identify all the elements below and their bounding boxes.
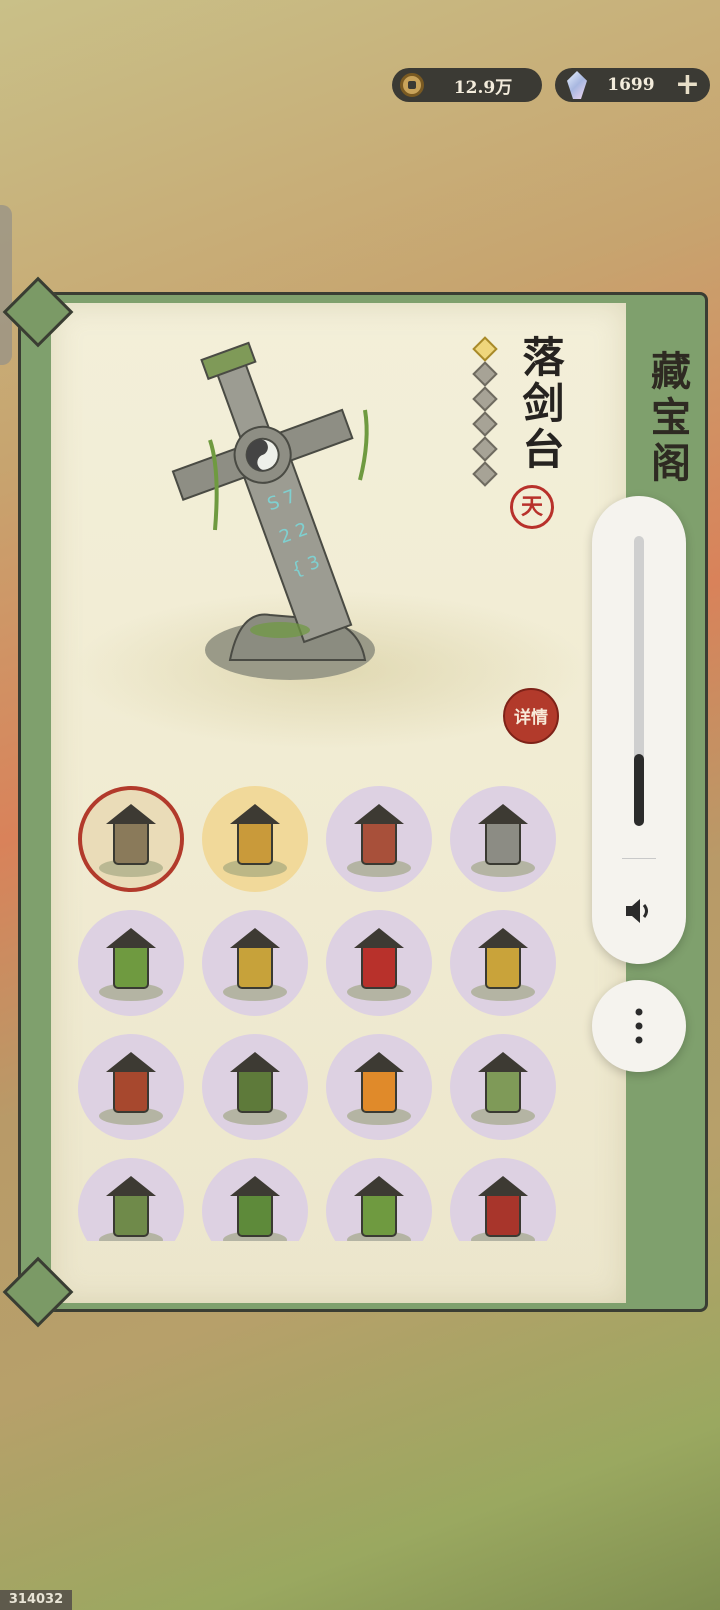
volume-slider[interactable] bbox=[634, 536, 644, 826]
garden-swing-icon bbox=[99, 1176, 163, 1241]
copper-coin-icon bbox=[400, 73, 424, 97]
item-grid bbox=[78, 786, 568, 1241]
grid-item[interactable] bbox=[450, 1034, 556, 1140]
star-icon bbox=[472, 336, 498, 362]
plus-icon[interactable]: + bbox=[675, 70, 700, 100]
grid-item[interactable] bbox=[78, 786, 184, 892]
lucky-cat-statue-icon bbox=[347, 804, 411, 877]
stone-lion-icon bbox=[471, 804, 535, 877]
grid-item[interactable] bbox=[326, 910, 432, 1016]
flower-lamp-post-icon bbox=[347, 928, 411, 1001]
volume-control bbox=[592, 496, 686, 964]
star-icon bbox=[472, 386, 498, 412]
grid-item[interactable] bbox=[202, 1034, 308, 1140]
grade-seal: 天 bbox=[510, 485, 554, 529]
autumn-pavilion-icon bbox=[223, 804, 287, 877]
yellow-shrine-icon bbox=[223, 928, 287, 1001]
grid-item[interactable] bbox=[202, 1158, 308, 1241]
star-icon bbox=[472, 461, 498, 487]
coin-amount: 12.9万 bbox=[453, 77, 513, 98]
lantern-rack-icon bbox=[99, 1052, 163, 1125]
rarity-stars bbox=[472, 335, 498, 490]
treehouse-icon bbox=[223, 1176, 287, 1241]
grid-item[interactable] bbox=[326, 1158, 432, 1241]
grid-item[interactable] bbox=[78, 1158, 184, 1241]
gem-balance[interactable]: 1699 + bbox=[555, 68, 710, 102]
pine-tree-icon bbox=[347, 1176, 411, 1241]
sword-monument-illustration: S 7 2 2 { 3 bbox=[171, 341, 375, 680]
grid-item[interactable] bbox=[202, 910, 308, 1016]
golden-koi-icon bbox=[347, 1052, 411, 1125]
more-vertical-icon bbox=[635, 1008, 643, 1044]
volume-fill bbox=[634, 753, 644, 826]
detail-button[interactable]: 详情 bbox=[503, 688, 559, 744]
tree-pavilion-icon bbox=[223, 1052, 287, 1125]
bamboo-rock-garden-icon bbox=[471, 1052, 535, 1125]
coin-balance[interactable]: 12.9万 bbox=[392, 68, 542, 102]
grid-item[interactable] bbox=[450, 786, 556, 892]
grid-item[interactable] bbox=[78, 910, 184, 1016]
sword-monument-icon bbox=[99, 804, 163, 877]
red-temple-icon bbox=[471, 1176, 535, 1241]
page-title: 藏宝阁 bbox=[644, 350, 691, 488]
edge-handle[interactable] bbox=[0, 205, 12, 365]
gem-amount: 1699 bbox=[607, 75, 655, 95]
crystal-gem-icon bbox=[567, 71, 587, 99]
grid-item[interactable] bbox=[450, 910, 556, 1016]
grid-item[interactable] bbox=[78, 1034, 184, 1140]
star-icon bbox=[472, 361, 498, 387]
item-name: 落剑台 bbox=[516, 335, 565, 473]
grid-item[interactable] bbox=[326, 786, 432, 892]
grid-item[interactable] bbox=[326, 1034, 432, 1140]
grid-item[interactable] bbox=[450, 1158, 556, 1241]
more-options-button[interactable] bbox=[592, 980, 686, 1072]
build-id: 314032 bbox=[0, 1590, 72, 1610]
star-icon bbox=[472, 411, 498, 437]
speaker-icon[interactable] bbox=[622, 894, 656, 928]
lotus-bridge-icon bbox=[99, 928, 163, 1001]
golden-lamp-post-icon bbox=[471, 928, 535, 1001]
star-icon bbox=[472, 436, 498, 462]
grid-item[interactable] bbox=[202, 786, 308, 892]
divider bbox=[622, 858, 656, 859]
